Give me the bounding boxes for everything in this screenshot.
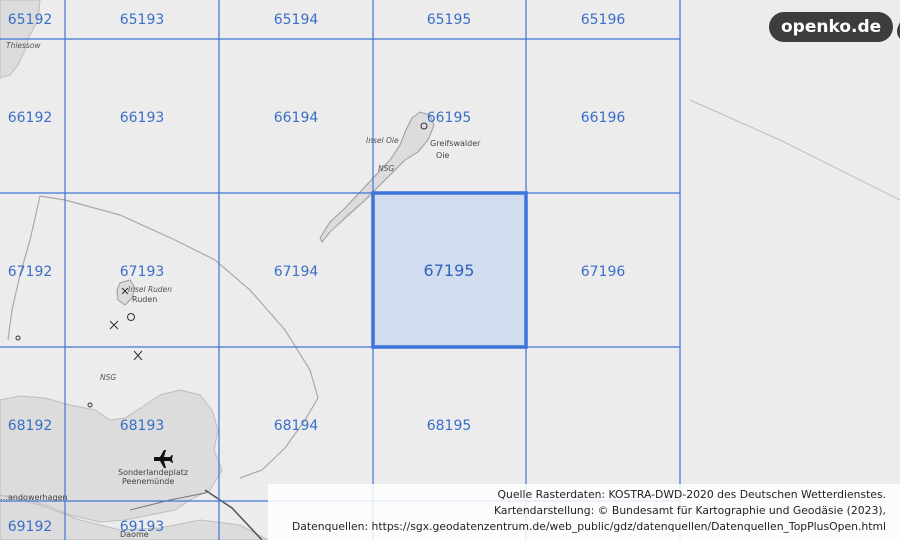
place-sonderlandeplatz: Sonderlandeplatz [118, 468, 188, 477]
grid-cell-label-65196[interactable]: 65196 [581, 12, 626, 28]
openko-logo[interactable]: openko.de [769, 12, 900, 42]
place-ruden: Ruden [132, 295, 157, 304]
place-oie: Oie [436, 151, 450, 160]
grid-cell-label-68194[interactable]: 68194 [274, 418, 319, 434]
place-greifswalder: Greifswalder [430, 139, 481, 148]
place-insel-oie: Insel Oie [366, 136, 399, 145]
place-nsg-oie: NSG [378, 164, 394, 173]
place-nsg-usedom: NSG [100, 373, 116, 382]
grid-cell-label-65194[interactable]: 65194 [274, 12, 319, 28]
grid-cell-label-67192[interactable]: 67192 [8, 264, 53, 280]
grid-cell-label-67194[interactable]: 67194 [274, 264, 319, 280]
attribution-line-1: Quelle Rasterdaten: KOSTRA-DWD-2020 des … [497, 488, 886, 501]
place-peenemuende: Peenemünde [122, 477, 174, 486]
grid-cell-label-66196[interactable]: 66196 [581, 110, 626, 126]
place-andowerhagen: …andowerhagen [0, 493, 68, 502]
grid-cell-label-68195[interactable]: 68195 [427, 418, 472, 434]
grid-cell-label-67196[interactable]: 67196 [581, 264, 626, 280]
attribution-box: Quelle Rasterdaten: KOSTRA-DWD-2020 des … [268, 484, 900, 540]
grid-cell-label-65195[interactable]: 65195 [427, 12, 472, 28]
place-dagome: Daome [120, 530, 149, 539]
drop-icon [897, 22, 900, 39]
map-canvas[interactable]: 65192 65193 65194 65195 65196 66192 66193 66194… [0, 0, 900, 540]
grid-cell-label-65193[interactable]: 65193 [120, 12, 165, 28]
grid-cell-label-66194[interactable]: 66194 [274, 110, 319, 126]
logo-text: openko.de [769, 12, 894, 42]
attribution-line-3[interactable]: Datenquellen: https://sgx.geodatenzentru… [268, 519, 886, 535]
grid-cell-label-68193[interactable]: 68193 [120, 418, 165, 434]
grid-cell-label-68192[interactable]: 68192 [8, 418, 53, 434]
grid-cell-label-65192[interactable]: 65192 [8, 12, 53, 28]
attribution-line-2: Kartendarstellung: © Bundesamt für Karto… [494, 504, 886, 517]
grid-cell-label-67195[interactable]: 67195 [424, 261, 475, 280]
grid-cell-label-67193[interactable]: 67193 [120, 264, 165, 280]
grid-cell-label-66192[interactable]: 66192 [8, 110, 53, 126]
grid-cell-label-66193[interactable]: 66193 [120, 110, 165, 126]
place-thiessow: Thiessow [6, 41, 41, 50]
grid-cell-label-66195[interactable]: 66195 [427, 110, 472, 126]
grid-cell-label-69192[interactable]: 69192 [8, 519, 53, 535]
place-insel-ruden: Insel Ruden [128, 285, 172, 294]
